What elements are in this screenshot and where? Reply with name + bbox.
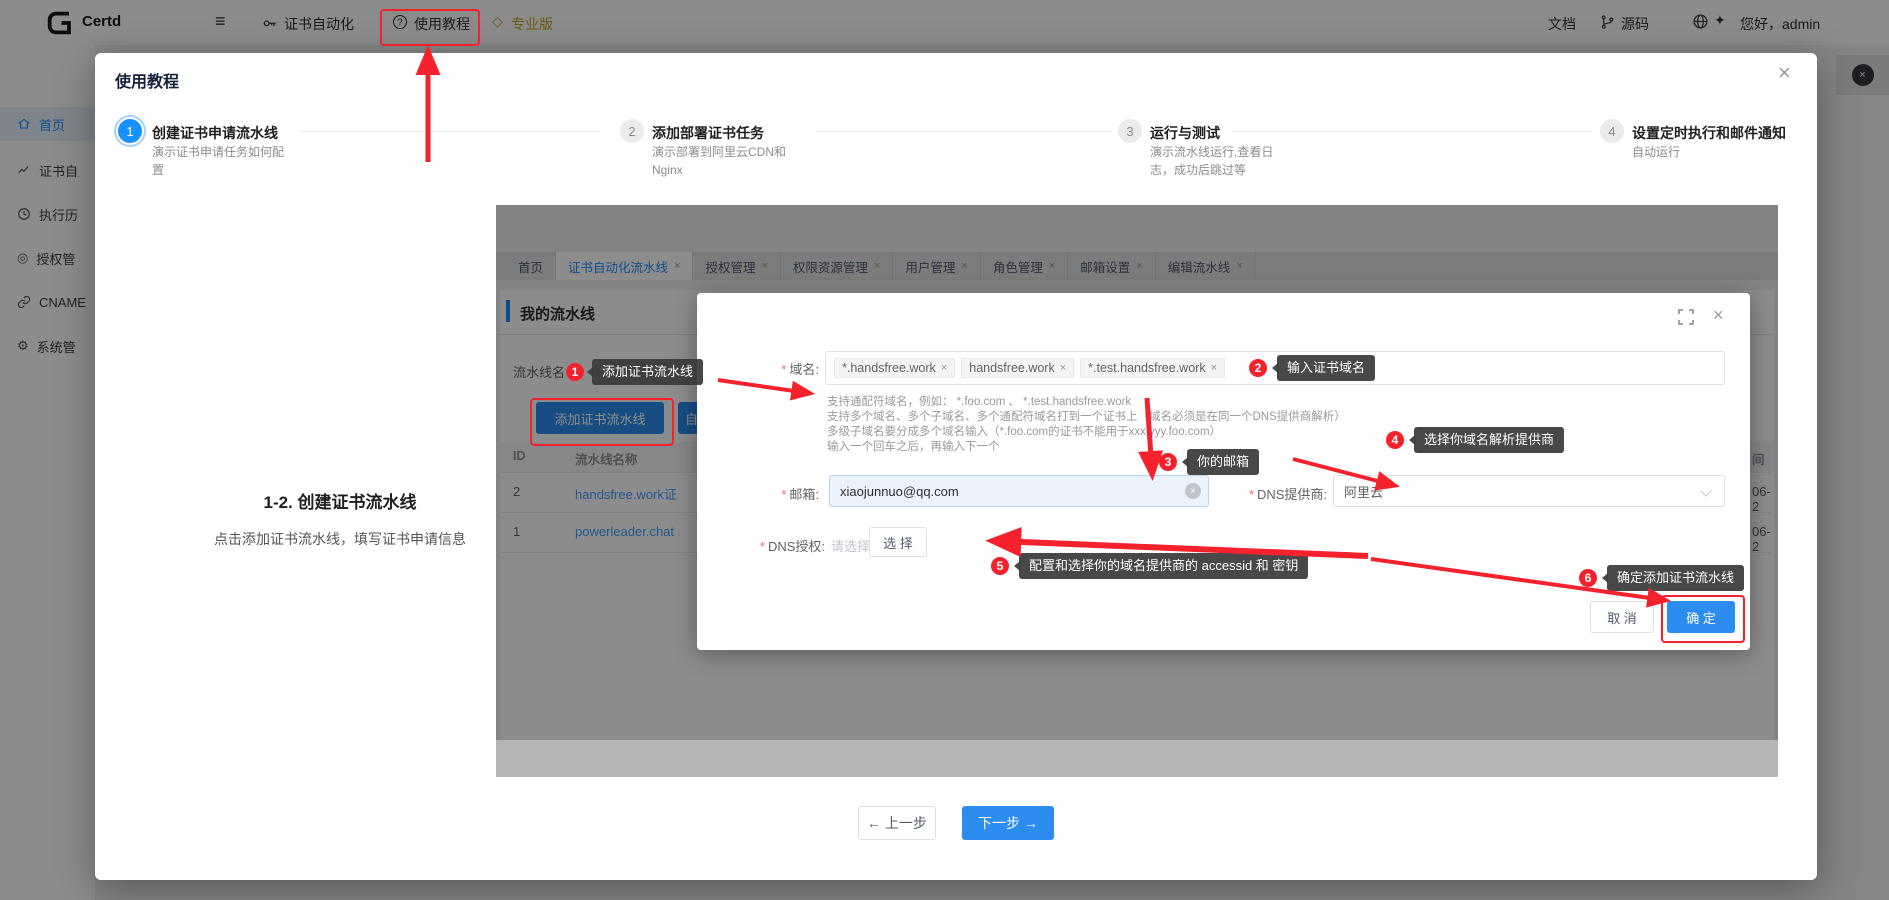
modal-close-icon[interactable]: × [1778,60,1791,86]
step-2-desc: 演示部署到阿里云CDN和Nginx [652,143,804,179]
domain-tag[interactable]: *.test.handsfree.work × [1080,358,1225,378]
tag-close-icon[interactable]: × [1060,362,1066,374]
tag-text: *.handsfree.work [842,361,936,375]
email-label: *邮箱: [727,484,819,503]
inner-footer-strip [496,740,1778,777]
annotation-badge-3: 3 [1159,453,1177,471]
ok-button[interactable]: 确 定 [1667,601,1735,633]
annotation-badge-6: 6 [1579,569,1597,587]
tutorial-inner-screenshot: 首页 证书自动化流水线× 授权管理× 权限资源管理× 用户管理× 角色管理× 邮… [496,205,1778,777]
dns-provider-select[interactable]: 阿里云 [1333,475,1725,507]
required-star: * [781,487,786,502]
prev-step-button[interactable]: ← 上一步 [858,806,936,840]
step-3-desc: 演示流水线运行,查看日志，成功后跳过等 [1150,143,1292,179]
annotation-badge-5: 5 [991,557,1009,575]
dns-auth-select-button[interactable]: 选 择 [869,527,927,557]
dialog-close-icon[interactable]: × [1713,305,1724,326]
annotation-tooltip-3: 你的邮箱 [1187,449,1259,475]
step-2-circle: 2 [620,119,644,143]
domain-label: *域名: [737,359,819,378]
step-1-circle: 1 [118,119,142,143]
dns-provider-label: *DNS提供商: [1222,484,1327,503]
required-star: * [1249,487,1254,502]
required-star: * [760,539,765,554]
label-text: DNS提供商: [1257,487,1327,502]
fullscreen-icon[interactable] [1678,309,1694,330]
tutorial-step-heading: 1-2. 创建证书流水线 [165,488,515,513]
cancel-button[interactable]: 取 消 [1590,601,1654,633]
domain-tag[interactable]: *.handsfree.work × [834,358,955,378]
annotation-tooltip-5: 配置和选择你的域名提供商的 accessid 和 密钥 [1019,553,1308,579]
step-3-circle: 3 [1118,119,1142,143]
tag-close-icon[interactable]: × [1211,362,1217,374]
tag-text: *.test.handsfree.work [1088,361,1205,375]
clear-input-icon[interactable]: × [1185,483,1201,499]
next-step-button[interactable]: 下一步 → [962,806,1054,840]
required-star: * [781,362,786,377]
annotation-tooltip-2: 输入证书域名 [1277,355,1375,381]
step-connector [300,131,598,132]
annotation-badge-4: 4 [1386,431,1404,449]
step-3-title: 运行与测试 [1150,123,1220,143]
annotation-tooltip-1: 添加证书流水线 [592,359,703,385]
email-input[interactable] [829,475,1209,507]
domain-hint-4: 输入一个回车之后，再输入下一个 [827,438,1000,454]
select-value: 阿里云 [1344,482,1383,501]
domain-tag[interactable]: handsfree.work × [961,358,1074,378]
annotation-badge-1: 1 [566,363,584,381]
domain-hint-1: 支持通配符域名，例如： *.foo.com 、 *.test.handsfree… [827,393,1131,409]
step-1-desc: 演示证书申请任务如何配置 [152,143,292,179]
add-pipeline-dialog: × *域名: *.handsfree.work× handsfree.work×… [697,293,1750,650]
screen: Certd ≡ 证书自动化 ? 使用教程 ◇ 专业版 文档 源码 ✦ 您好，ad… [0,0,1889,900]
step-connector [1232,131,1590,132]
step-1-title: 创建证书申请流水线 [152,123,278,143]
label-text: 邮箱: [789,487,819,502]
annotation-tooltip-4: 选择你域名解析提供商 [1414,427,1564,453]
annotation-tooltip-6: 确定添加证书流水线 [1607,565,1744,591]
tag-text: handsfree.work [969,361,1054,375]
domain-hint-3: 多级子域名要分成多个域名输入（*.foo.com的证书不能用于xxx.yyy.f… [827,423,1221,439]
annotation-badge-2: 2 [1249,359,1267,377]
step-2-title: 添加部署证书任务 [652,123,764,143]
label-text: DNS授权: [768,539,825,554]
label-text: 域名: [789,362,819,377]
dns-auth-placeholder: 请选择 [831,536,870,555]
step-4-title: 设置定时执行和邮件通知 [1632,123,1786,143]
domain-hint-2: 支持多个域名、多个子域名、多个通配符域名打到一个证书上（域名必须是在同一个DNS… [827,408,1346,424]
step-connector [818,131,1110,132]
tutorial-title: 使用教程 [115,68,179,92]
dns-auth-label: *DNS授权: [725,536,825,555]
tag-close-icon[interactable]: × [941,362,947,374]
step-4-circle: 4 [1600,119,1624,143]
step-4-desc: 自动运行 [1632,143,1802,161]
